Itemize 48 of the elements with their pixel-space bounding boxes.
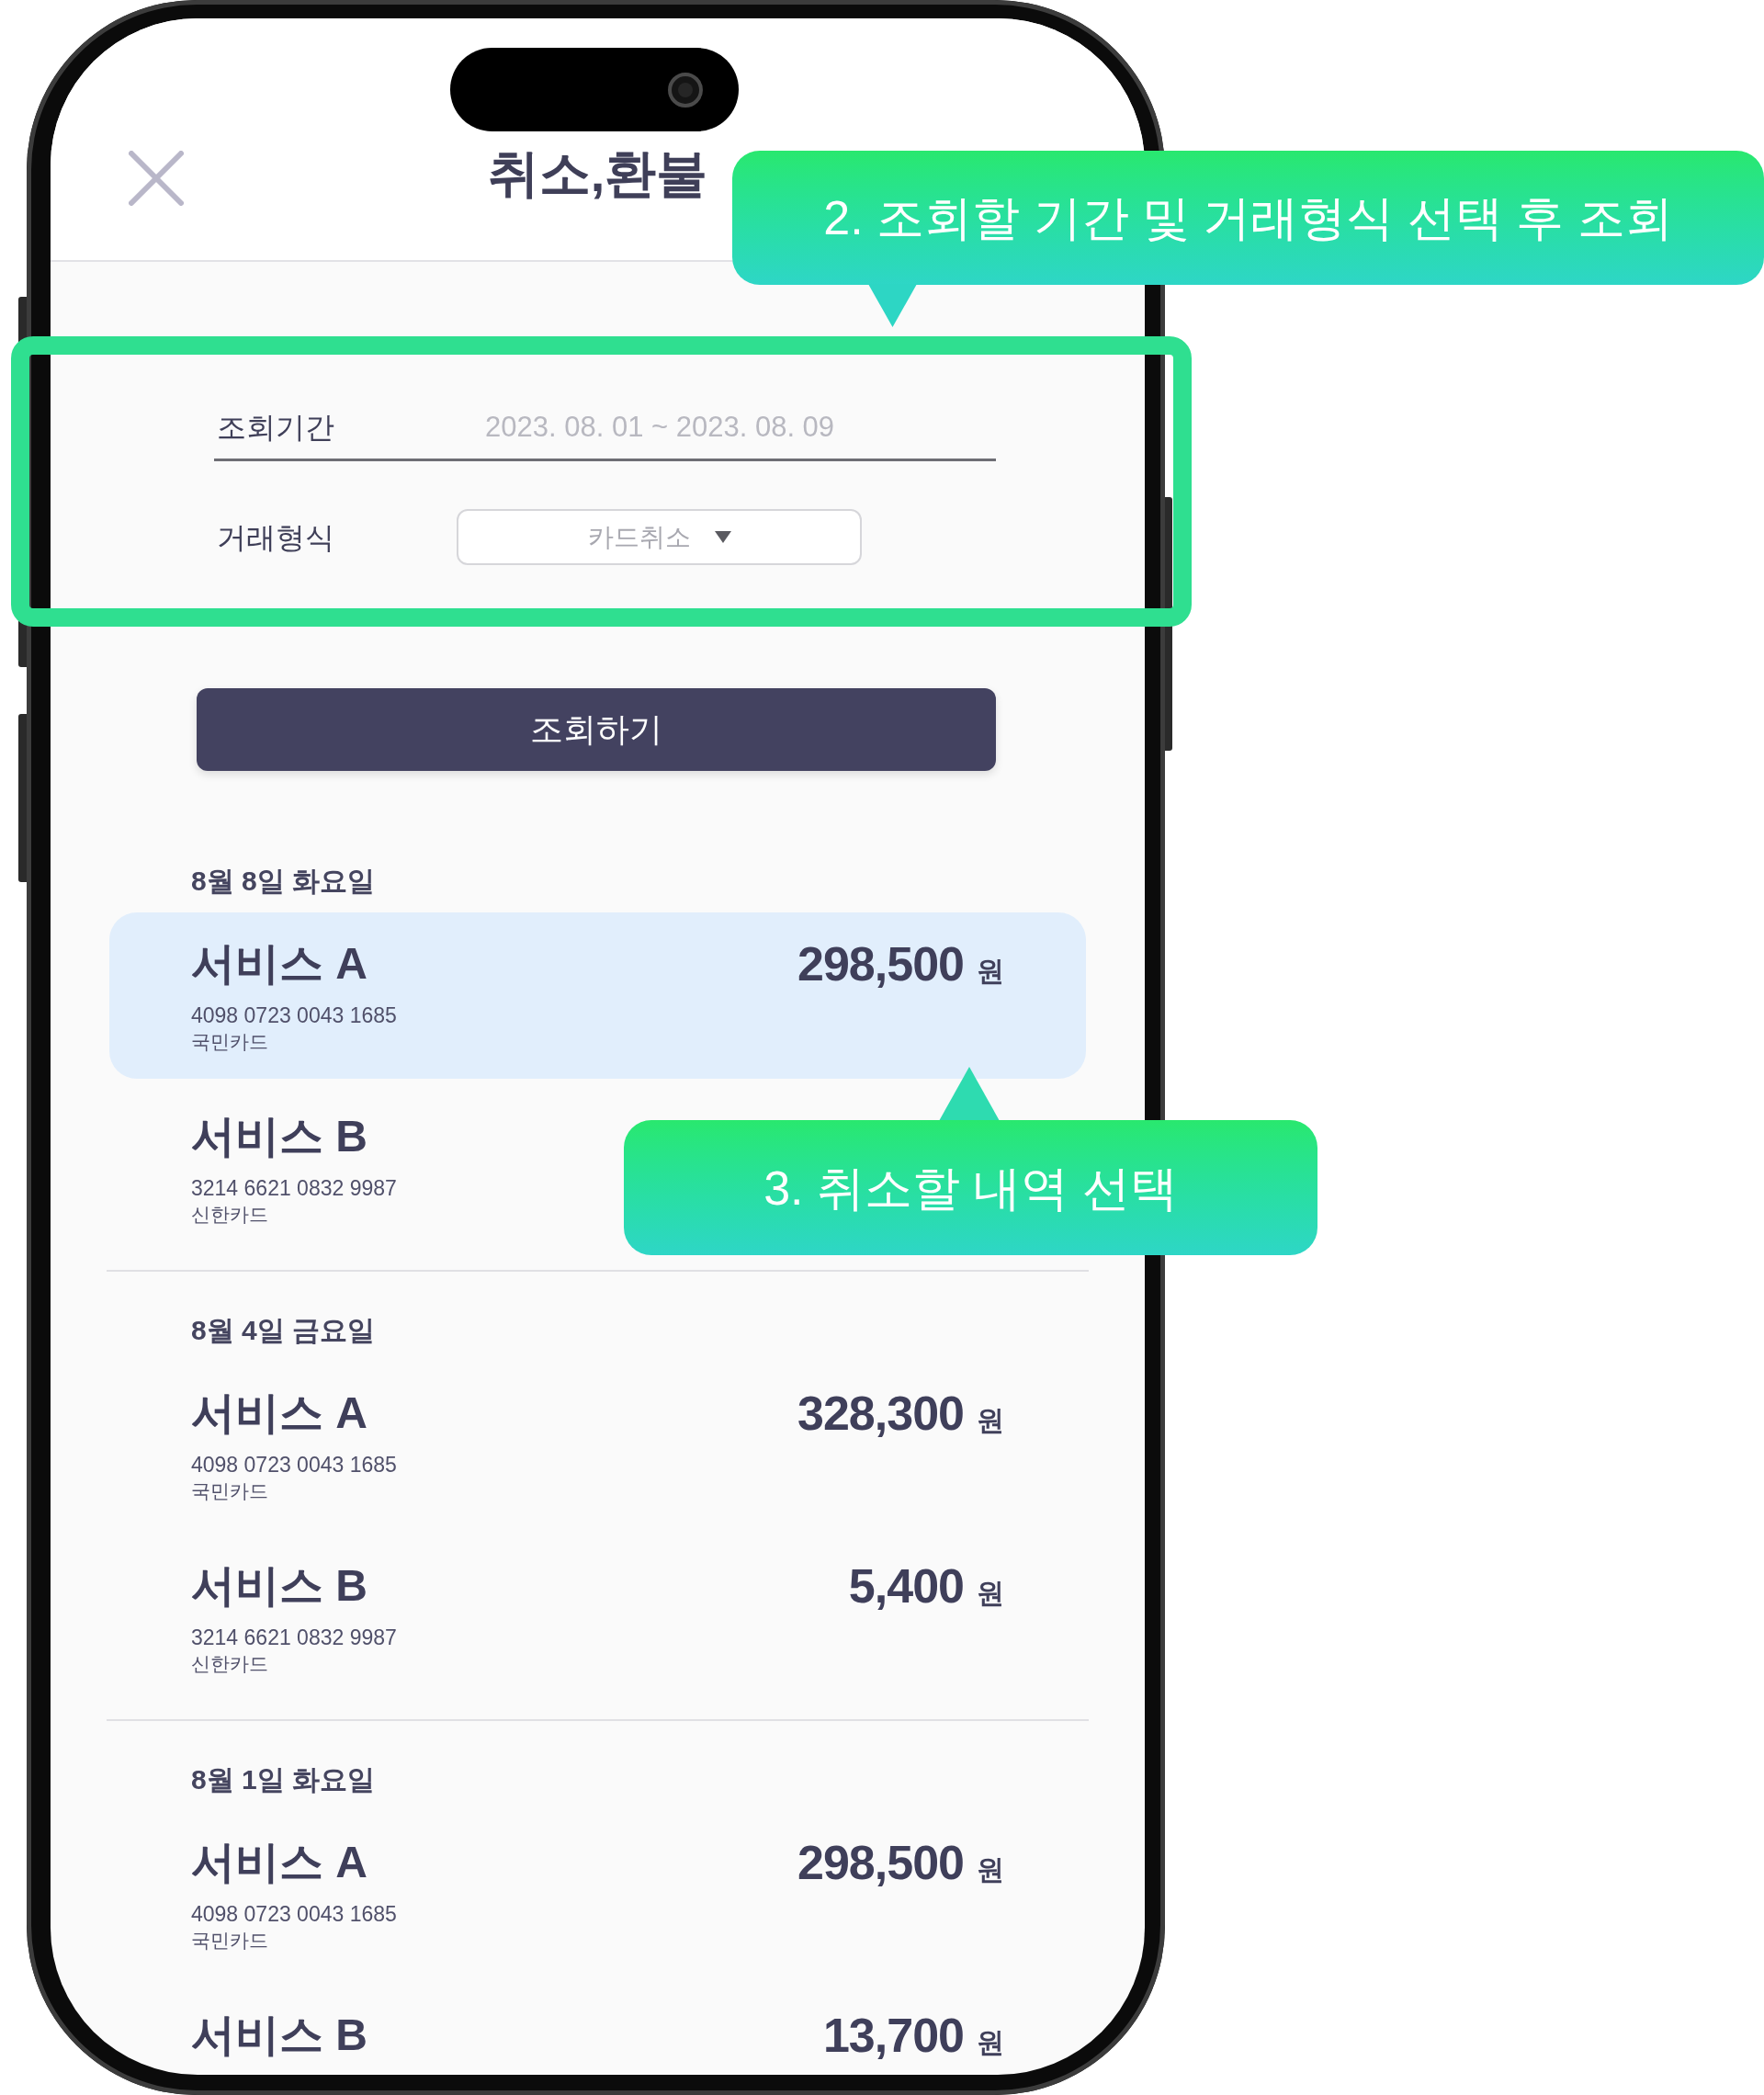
currency-unit: 원 (977, 2026, 1004, 2059)
transaction-item[interactable]: 서비스 A 4098 0723 0043 1685 국민카드 298,500 원 (109, 1811, 1086, 1977)
service-name: 서비스 B (191, 2010, 368, 2061)
service-name: 서비스 B (191, 1111, 368, 1162)
card-issuer: 국민카드 (191, 1929, 268, 1953)
service-name: 서비스 A (191, 1387, 368, 1439)
callout-tail (868, 284, 917, 327)
card-number: 4098 0723 0043 1685 (191, 1002, 397, 1029)
callout-tail (939, 1067, 1000, 1121)
amount-text: 298,500 (797, 1835, 964, 1890)
transaction-item[interactable]: 서비스 A 4098 0723 0043 1685 국민카드 298,500 원 (109, 912, 1086, 1079)
service-name: 서비스 B (191, 1560, 368, 1612)
field-label: 조회기간 (216, 410, 335, 446)
search-button[interactable]: 조회하기 (197, 688, 996, 771)
card-issuer: 국민카드 (191, 1030, 268, 1054)
date-heading: 8월 8일 화요일 (191, 866, 376, 896)
service-name: 서비스 A (191, 938, 368, 990)
date-range-value: 2023. 08. 01 ~ 2023. 08. 09 (485, 410, 835, 445)
amount-text: 328,300 (797, 1386, 964, 1441)
amount-text: 13,700 (822, 2008, 964, 2063)
page-title: 취소,환불 (487, 143, 708, 204)
currency-unit: 원 (977, 955, 1004, 988)
card-number: 4098 0723 0043 1685 (191, 1901, 397, 1928)
card-number: 4098 0723 0043 1685 (191, 1452, 397, 1478)
currency-unit: 원 (977, 1577, 1004, 1610)
card-issuer: 신한카드 (191, 1203, 268, 1227)
transaction-item[interactable]: 서비스 B 13,700 원 (109, 1984, 1086, 2075)
callout-text: 3. 취소할 내역 선택 (763, 1160, 1178, 1217)
card-issuer: 신한카드 (191, 1652, 268, 1676)
close-button[interactable] (129, 151, 184, 206)
amount-text: 298,500 (797, 936, 964, 991)
date-heading: 8월 4일 금요일 (191, 1315, 376, 1345)
card-number: 3214 6621 0832 9987 (191, 1175, 397, 1202)
close-icon (129, 151, 184, 206)
field-label: 거래형식 (216, 519, 335, 556)
service-name: 서비스 A (191, 1837, 368, 1888)
caret-icon (714, 531, 731, 543)
card-issuer: 국민카드 (191, 1479, 268, 1503)
transaction-item[interactable]: 서비스 A 4098 0723 0043 1685 국민카드 328,300 원 (109, 1362, 1086, 1528)
camera-icon (668, 72, 703, 108)
transaction-item[interactable]: 서비스 B 3214 6621 0832 9987 신한카드 5,400 원 (109, 1534, 1086, 1701)
currency-unit: 원 (977, 1853, 1004, 1886)
callout-text: 2. 조회할 기간 및 거래형식 선택 후 조회 (823, 190, 1673, 246)
date-heading: 8월 1일 화요일 (191, 1764, 376, 1795)
period-field[interactable]: 조회기간 2023. 08. 01 ~ 2023. 08. 09 (214, 400, 996, 461)
amount-text: 5,400 (848, 1558, 964, 1614)
currency-unit: 원 (977, 1404, 1004, 1437)
card-number: 3214 6621 0832 9987 (191, 1625, 397, 1651)
